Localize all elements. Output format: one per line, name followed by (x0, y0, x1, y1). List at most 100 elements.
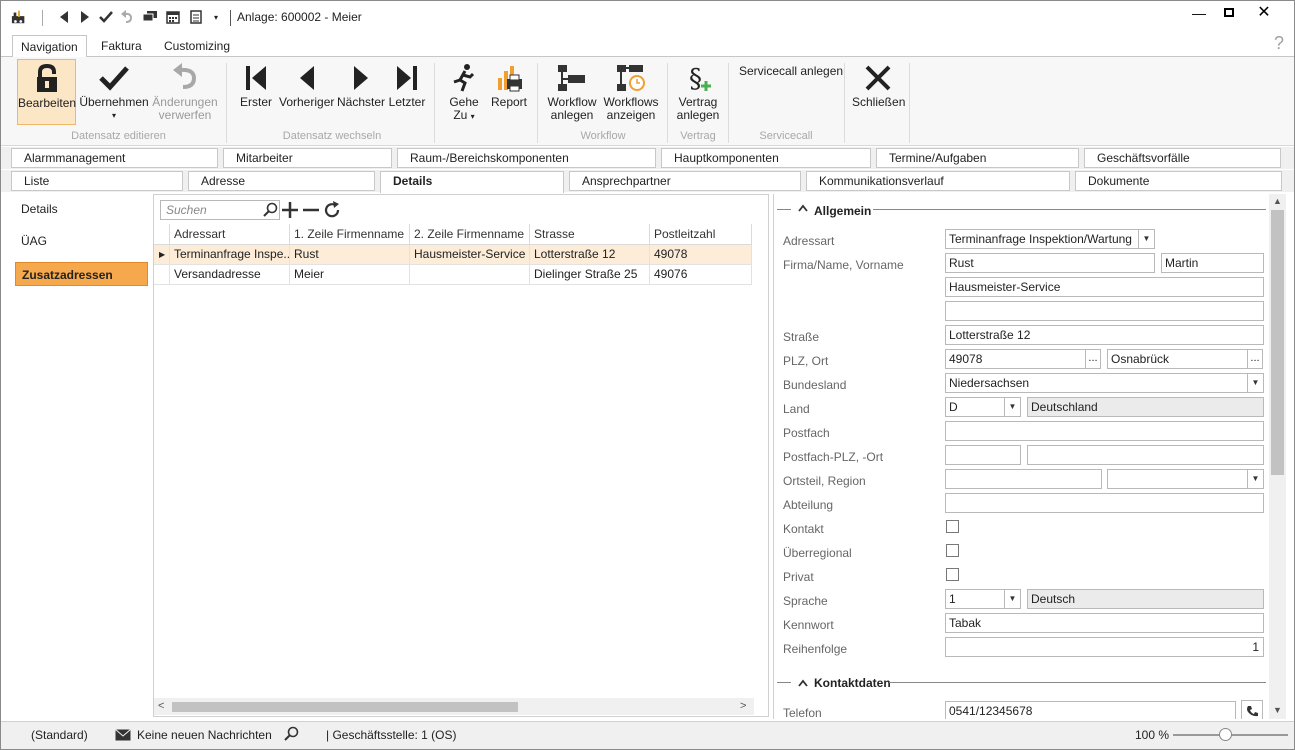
kontakt-checkbox[interactable] (946, 520, 959, 533)
collapse-kontaktdaten-icon[interactable] (798, 676, 808, 690)
column-header-adressart[interactable]: Adressart (170, 224, 290, 245)
scroll-down-icon[interactable]: ▼ (1273, 705, 1282, 715)
table-cell[interactable]: Rust (290, 245, 410, 265)
aenderungen-verwerfen-button[interactable]: Änderungen verwerfen (151, 59, 219, 125)
plz-field[interactable]: 49078 (945, 349, 1087, 369)
tab-alarmmanagement[interactable]: Alarmmanagement (11, 148, 218, 168)
phone-icon[interactable] (1241, 700, 1263, 719)
postfach-plz-field[interactable] (945, 445, 1021, 465)
vorheriger-button[interactable]: Vorheriger (279, 59, 334, 125)
uebernehmen-button[interactable]: Übernehmen ▾ (79, 59, 149, 125)
undo-icon[interactable] (119, 9, 135, 25)
tab-liste[interactable]: Liste (11, 171, 183, 191)
column-header-postleitzahl[interactable]: Postleitzahl (650, 224, 752, 245)
name-field[interactable]: Rust (945, 253, 1155, 273)
tab-hauptkomponenten[interactable]: Hauptkomponenten (661, 148, 871, 168)
ortsteil-field[interactable] (945, 469, 1102, 489)
naechster-button[interactable]: Nächster (337, 59, 385, 125)
remove-icon[interactable] (302, 201, 320, 222)
ribbon-tab-navigation[interactable]: Navigation (12, 35, 87, 57)
ribbon-tab-customizing[interactable]: Customizing (156, 35, 238, 57)
search-icon[interactable] (262, 202, 278, 221)
column-header-strasse[interactable]: Strasse (530, 224, 650, 245)
firma2-field[interactable]: Hausmeister-Service (945, 277, 1264, 297)
back-icon[interactable] (56, 9, 72, 25)
ribbon-tab-faktura[interactable]: Faktura (93, 35, 150, 57)
zoom-slider-thumb[interactable] (1219, 728, 1232, 741)
vorname-field[interactable]: Martin (1161, 253, 1264, 273)
tab-mitarbeiter[interactable]: Mitarbeiter (223, 148, 392, 168)
abteilung-field[interactable] (945, 493, 1264, 513)
tab-geschaeftsvorfaelle[interactable]: Geschäftsvorfälle (1084, 148, 1281, 168)
calendar-icon[interactable] (165, 9, 181, 25)
close-window-button[interactable]: ✕ (1249, 3, 1279, 23)
firma3-field[interactable] (945, 301, 1264, 321)
bearbeiten-button[interactable]: Bearbeiten (17, 59, 76, 125)
nav-item-details[interactable]: Details (15, 197, 148, 221)
land-code-select[interactable]: D ▼ (945, 397, 1021, 417)
tab-adresse[interactable]: Adresse (188, 171, 375, 191)
forward-icon[interactable] (77, 9, 93, 25)
quick-access-dropdown-icon[interactable]: ▾ (208, 9, 224, 25)
table-cell[interactable] (410, 265, 530, 285)
minimize-button[interactable]: — (1184, 3, 1214, 23)
servicecall-anlegen-button[interactable]: Servicecall anlegen (739, 64, 843, 78)
tab-dokumente[interactable]: Dokumente (1075, 171, 1282, 191)
scrollbar-thumb[interactable] (1271, 210, 1284, 475)
ort-field[interactable]: Osnabrück (1107, 349, 1249, 369)
column-header-zeile1[interactable]: 1. Zeile Firmenname (290, 224, 410, 245)
workflow-anlegen-button[interactable]: Workflow anlegen (546, 59, 598, 125)
gehe-zu-button[interactable]: Gehe Zu ▾ (446, 59, 482, 125)
reihenfolge-field[interactable]: 1 (945, 637, 1264, 657)
vertical-scrollbar[interactable]: ▲ ▼ (1269, 194, 1286, 719)
nav-item-zusatzadressen[interactable]: Zusatzadressen (15, 262, 148, 286)
schliessen-button[interactable]: Schließen (852, 59, 905, 125)
tab-details[interactable]: Details (380, 171, 564, 193)
kennwort-field[interactable]: Tabak (945, 613, 1264, 633)
ort-lookup-button[interactable]: ... (1247, 349, 1263, 369)
refresh-icon[interactable] (323, 201, 341, 222)
chat-icon[interactable] (142, 9, 158, 25)
workflows-anzeigen-button[interactable]: Workflows anzeigen (602, 59, 660, 125)
postfach-ort-field[interactable] (1027, 445, 1264, 465)
table-cell[interactable]: 49078 (650, 245, 752, 265)
table-cell[interactable]: Versandadresse (170, 265, 290, 285)
report-button[interactable]: Report (489, 59, 529, 125)
search-icon[interactable] (283, 726, 299, 745)
column-header-zeile2[interactable]: 2. Zeile Firmenname (410, 224, 530, 245)
scroll-up-icon[interactable]: ▲ (1273, 196, 1282, 206)
table-cell[interactable]: Hausmeister-Service (410, 245, 530, 265)
add-icon[interactable] (281, 201, 299, 222)
table-cell[interactable]: Dielinger Straße 25 (530, 265, 650, 285)
maximize-button[interactable] (1214, 3, 1244, 23)
tab-raum-bereichskomponenten[interactable]: Raum-/Bereichskomponenten (397, 148, 656, 168)
plz-lookup-button[interactable]: ... (1085, 349, 1101, 369)
status-nachrichten[interactable]: Keine neuen Nachrichten (137, 728, 272, 742)
tab-ansprechpartner[interactable]: Ansprechpartner (569, 171, 801, 191)
vertrag-anlegen-button[interactable]: § Vertrag anlegen (676, 59, 720, 125)
table-cell[interactable]: Lotterstraße 12 (530, 245, 650, 265)
tab-kommunikationsverlauf[interactable]: Kommunikationsverlauf (806, 171, 1070, 191)
region-select[interactable]: ▼ (1107, 469, 1264, 489)
bundesland-select[interactable]: Niedersachsen ▼ (945, 373, 1264, 393)
horizontal-scrollbar[interactable]: < > (154, 698, 754, 715)
telefon-field[interactable]: 0541/12345678 (945, 701, 1236, 719)
scroll-right-icon[interactable]: > (740, 700, 746, 712)
tab-termine-aufgaben[interactable]: Termine/Aufgaben (876, 148, 1079, 168)
help-icon[interactable]: ? (1274, 33, 1284, 54)
list-icon[interactable] (188, 9, 204, 25)
strasse-field[interactable]: Lotterstraße 12 (945, 325, 1264, 345)
postfach-field[interactable] (945, 421, 1264, 441)
scrollbar-thumb[interactable] (172, 702, 518, 712)
privat-checkbox[interactable] (946, 568, 959, 581)
table-cell[interactable]: 49076 (650, 265, 752, 285)
table-cell[interactable]: Terminanfrage Inspe... (170, 245, 290, 265)
collapse-allgemein-icon[interactable] (798, 204, 808, 214)
sprache-code-select[interactable]: 1 ▼ (945, 589, 1021, 609)
nav-item-ueag[interactable]: ÜAG (15, 229, 148, 253)
adressart-select[interactable]: Terminanfrage Inspektion/Wartung ▼ (945, 229, 1155, 249)
ueberregional-checkbox[interactable] (946, 544, 959, 557)
erster-button[interactable]: Erster (238, 59, 274, 125)
scroll-left-icon[interactable]: < (158, 700, 164, 712)
letzter-button[interactable]: Letzter (388, 59, 426, 125)
